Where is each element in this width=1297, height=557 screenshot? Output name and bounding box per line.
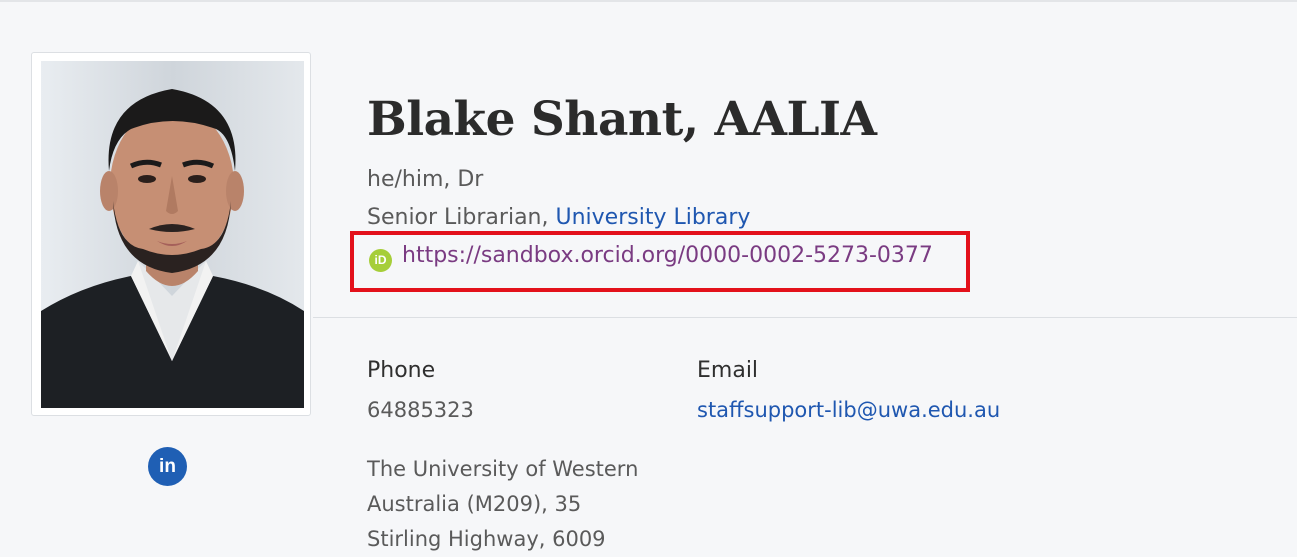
email-link[interactable]: staffsupport-lib@uwa.edu.au [697, 398, 1000, 422]
email-label: Email [697, 358, 759, 383]
profile-photo-illustration [41, 61, 304, 408]
address-block: The University of Western Australia (M20… [367, 452, 638, 557]
position-line: Senior Librarian, University Library [367, 205, 750, 230]
orcid-icon: iD [369, 249, 392, 272]
profile-photo [41, 61, 304, 408]
linkedin-icon[interactable]: in [148, 447, 187, 486]
pronouns-title: he/him, Dr [367, 167, 484, 192]
profile-photo-card [31, 52, 311, 416]
top-border [0, 0, 1297, 2]
section-divider [313, 317, 1297, 318]
profile-name: Blake Shant, AALIA [367, 92, 877, 147]
organisation-link[interactable]: University Library [555, 205, 750, 230]
address-line: Australia (M209), 35 [367, 492, 582, 516]
address-line: The University of Western [367, 457, 639, 481]
phone-label: Phone [367, 358, 436, 383]
address-line: Stirling Highway, 6009 [367, 527, 606, 551]
phone-value: 64885323 [367, 398, 474, 422]
orcid-link[interactable]: https://sandbox.orcid.org/0000-0002-5273… [402, 243, 933, 268]
position-text: Senior Librarian, [367, 205, 556, 230]
